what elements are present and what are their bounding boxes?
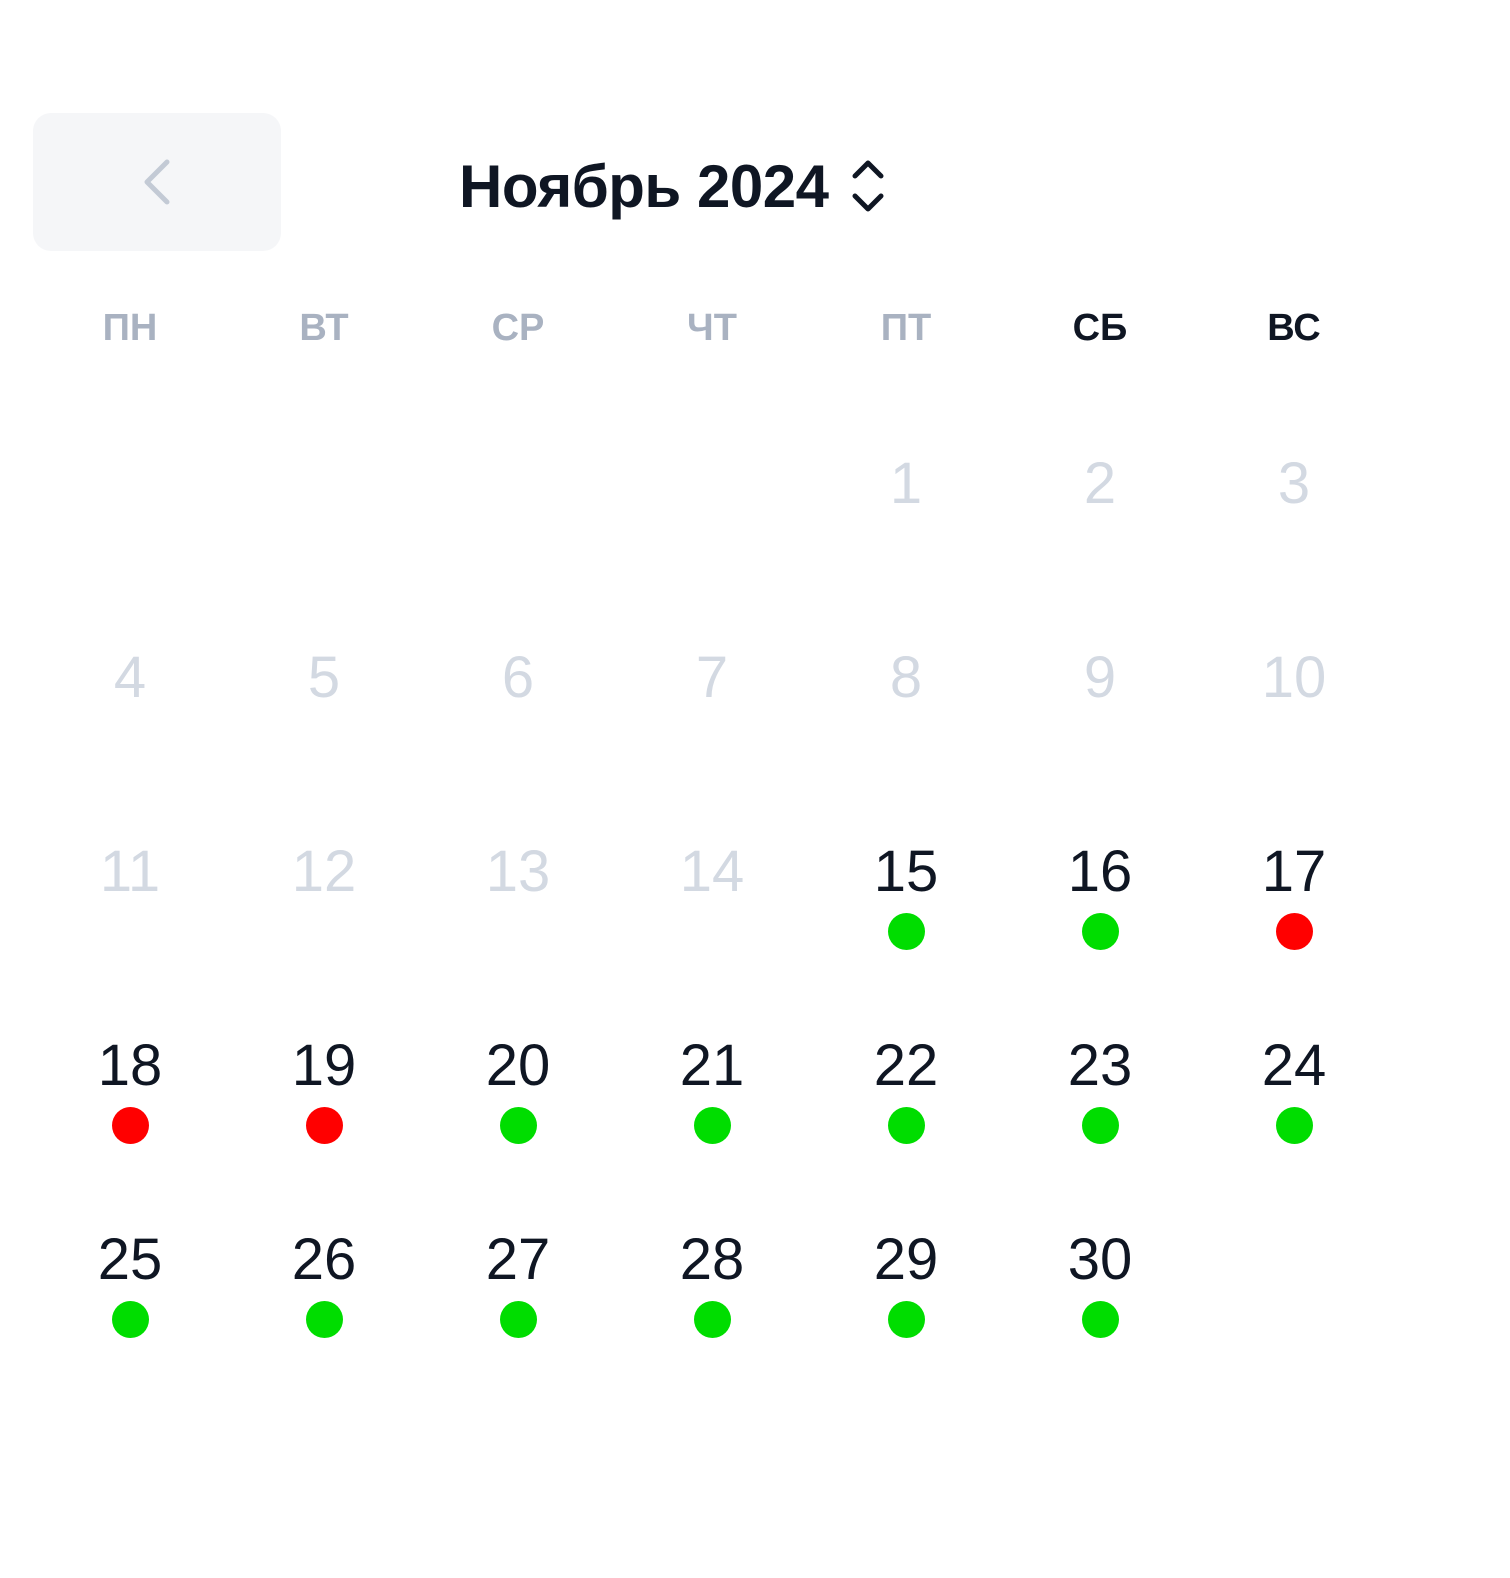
day-cell: 14 bbox=[615, 813, 809, 1007]
day-cell[interactable]: 23 bbox=[1003, 1007, 1197, 1201]
busy-dot bbox=[112, 1107, 149, 1144]
day-cell[interactable]: 15 bbox=[809, 813, 1003, 1007]
busy-dot bbox=[1276, 913, 1313, 950]
available-dot bbox=[500, 1301, 537, 1338]
day-number: 19 bbox=[291, 1033, 357, 1098]
day-number: 28 bbox=[679, 1227, 745, 1292]
calendar-grid: 1 2 3 4 5 6 7 8 9 10 11 12 13 14 15 16 17 18 19 20 21 22 23 24 2… bbox=[33, 425, 1391, 1395]
day-number: 12 bbox=[291, 839, 357, 904]
day-cell[interactable]: 26 bbox=[227, 1201, 421, 1395]
day-number: 23 bbox=[1067, 1033, 1133, 1098]
day-cell[interactable]: 20 bbox=[421, 1007, 615, 1201]
available-dot bbox=[888, 913, 925, 950]
empty-day-cell bbox=[33, 425, 227, 619]
day-cell: 6 bbox=[421, 619, 615, 813]
day-cell: 3 bbox=[1197, 425, 1391, 619]
day-number: 7 bbox=[695, 645, 729, 710]
day-number: 17 bbox=[1261, 839, 1327, 904]
day-number: 15 bbox=[873, 839, 939, 904]
day-number: 27 bbox=[485, 1227, 551, 1292]
day-cell[interactable]: 27 bbox=[421, 1201, 615, 1395]
day-cell: 5 bbox=[227, 619, 421, 813]
day-number: 4 bbox=[113, 645, 147, 710]
day-number: 26 bbox=[291, 1227, 357, 1292]
day-cell: 1 bbox=[809, 425, 1003, 619]
day-number: 29 bbox=[873, 1227, 939, 1292]
empty-day-cell bbox=[615, 425, 809, 619]
day-cell: 8 bbox=[809, 619, 1003, 813]
available-dot bbox=[1276, 1107, 1313, 1144]
weekday-label: ПТ bbox=[880, 307, 932, 349]
day-number: 22 bbox=[873, 1033, 939, 1098]
day-number: 9 bbox=[1083, 645, 1117, 710]
day-cell[interactable]: 17 bbox=[1197, 813, 1391, 1007]
day-number: 25 bbox=[97, 1227, 163, 1292]
day-cell: 13 bbox=[421, 813, 615, 1007]
available-dot bbox=[1082, 913, 1119, 950]
day-cell: 12 bbox=[227, 813, 421, 1007]
weekday-label: ЧТ bbox=[687, 307, 737, 349]
weekday-header: ПН ВТ СР ЧТ ПТ СБ ВС bbox=[33, 300, 1391, 356]
day-number: 2 bbox=[1083, 451, 1117, 516]
day-cell[interactable]: 28 bbox=[615, 1201, 809, 1395]
available-dot bbox=[1082, 1301, 1119, 1338]
day-cell[interactable]: 24 bbox=[1197, 1007, 1391, 1201]
day-cell: 11 bbox=[33, 813, 227, 1007]
day-cell[interactable]: 22 bbox=[809, 1007, 1003, 1201]
day-number: 3 bbox=[1277, 451, 1311, 516]
prev-month-button[interactable] bbox=[33, 113, 281, 251]
day-number: 20 bbox=[485, 1033, 551, 1098]
available-dot bbox=[888, 1301, 925, 1338]
day-number: 8 bbox=[889, 645, 923, 710]
available-dot bbox=[694, 1301, 731, 1338]
weekday-label: ВС bbox=[1267, 307, 1321, 349]
day-number: 11 bbox=[99, 839, 161, 904]
day-number: 24 bbox=[1261, 1033, 1327, 1098]
day-cell: 10 bbox=[1197, 619, 1391, 813]
weekday-label: ВТ bbox=[299, 307, 349, 349]
available-dot bbox=[1082, 1107, 1119, 1144]
day-cell[interactable]: 29 bbox=[809, 1201, 1003, 1395]
chevron-left-icon bbox=[144, 159, 170, 205]
day-number: 18 bbox=[97, 1033, 163, 1098]
day-cell[interactable]: 30 bbox=[1003, 1201, 1197, 1395]
weekday-label: ПН bbox=[102, 307, 158, 349]
available-dot bbox=[694, 1107, 731, 1144]
empty-day-cell bbox=[227, 425, 421, 619]
day-cell: 2 bbox=[1003, 425, 1197, 619]
day-cell: 4 bbox=[33, 619, 227, 813]
available-dot bbox=[112, 1301, 149, 1338]
day-number: 13 bbox=[485, 839, 551, 904]
available-dot bbox=[306, 1301, 343, 1338]
day-number: 6 bbox=[501, 645, 535, 710]
day-number: 21 bbox=[679, 1033, 745, 1098]
day-cell: 9 bbox=[1003, 619, 1197, 813]
available-dot bbox=[500, 1107, 537, 1144]
chevron-up-down-icon bbox=[850, 156, 886, 216]
day-cell[interactable]: 18 bbox=[33, 1007, 227, 1201]
empty-day-cell bbox=[421, 425, 615, 619]
day-cell[interactable]: 19 bbox=[227, 1007, 421, 1201]
day-number: 30 bbox=[1067, 1227, 1133, 1292]
weekday-label: СБ bbox=[1072, 307, 1128, 349]
day-cell[interactable]: 21 bbox=[615, 1007, 809, 1201]
day-number: 10 bbox=[1261, 645, 1327, 710]
day-number: 14 bbox=[679, 839, 745, 904]
available-dot bbox=[888, 1107, 925, 1144]
day-cell[interactable]: 16 bbox=[1003, 813, 1197, 1007]
month-title: Ноябрь 2024 bbox=[459, 152, 829, 220]
day-cell[interactable]: 25 bbox=[33, 1201, 227, 1395]
weekday-label: СР bbox=[491, 307, 545, 349]
busy-dot bbox=[306, 1107, 343, 1144]
month-selector[interactable]: Ноябрь 2024 bbox=[459, 146, 886, 226]
day-number: 5 bbox=[307, 645, 341, 710]
day-cell: 7 bbox=[615, 619, 809, 813]
day-number: 1 bbox=[889, 451, 923, 516]
day-number: 16 bbox=[1067, 839, 1133, 904]
